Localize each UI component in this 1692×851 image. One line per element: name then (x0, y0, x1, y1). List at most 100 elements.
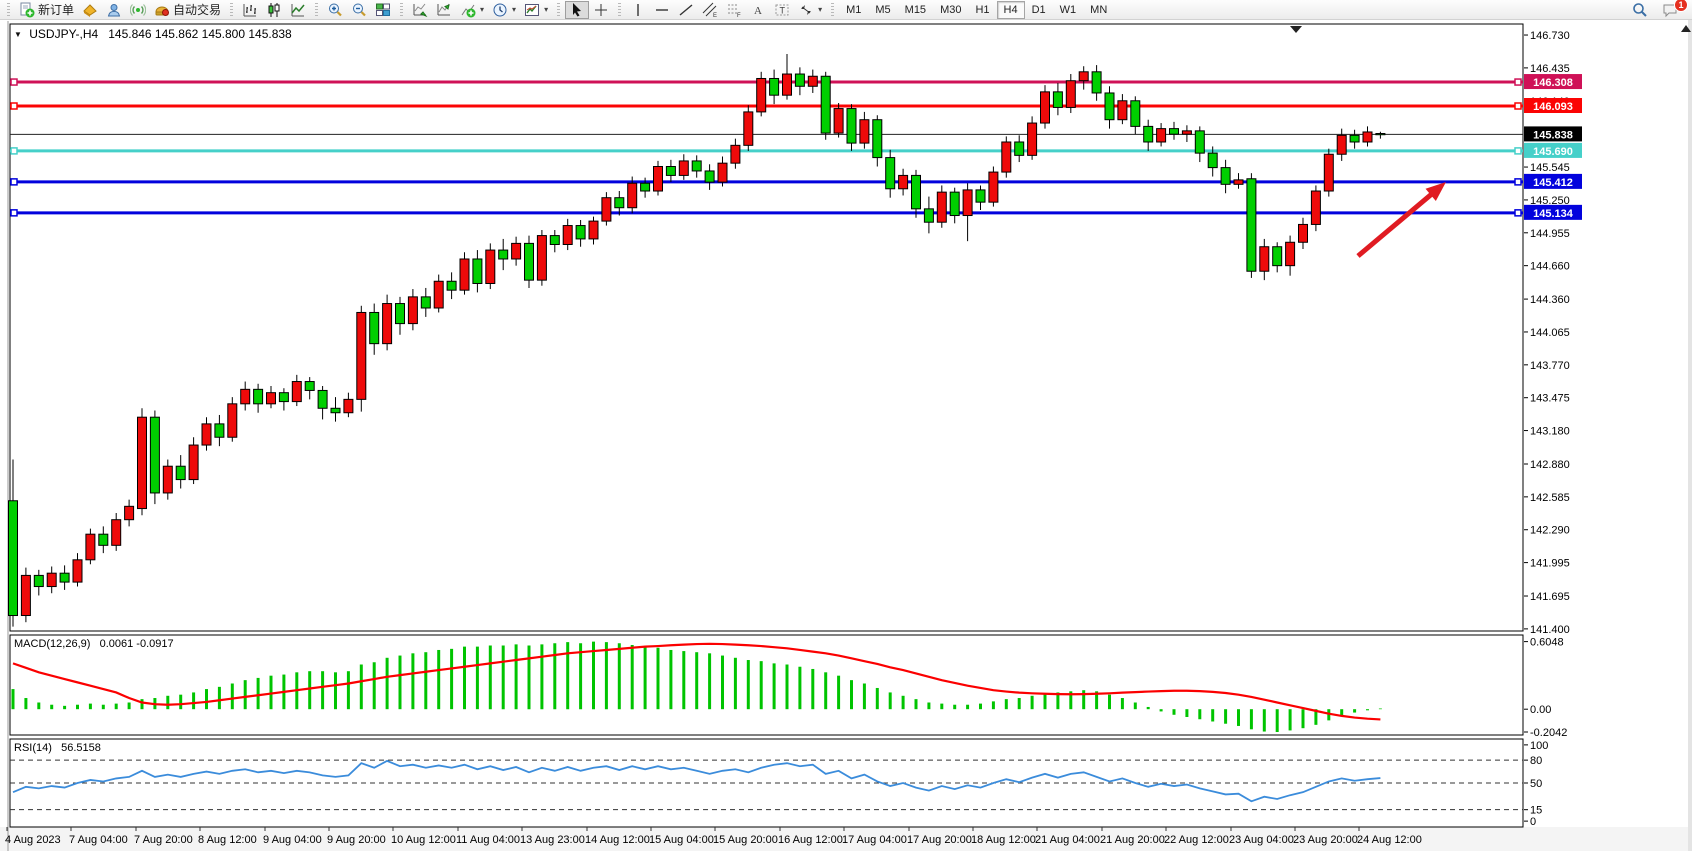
line-chart-icon (290, 2, 306, 18)
zoom-in-button[interactable] (323, 1, 347, 19)
timeframe-m5[interactable]: M5 (868, 1, 897, 19)
toolbar-grip[interactable] (315, 3, 318, 17)
search-button[interactable] (1628, 1, 1652, 19)
chevron-down-icon: ▾ (512, 5, 516, 14)
svg-text:A: A (754, 5, 762, 17)
bar-chart-icon (242, 2, 258, 18)
notifications-button[interactable]: 1 (1658, 1, 1682, 19)
svg-text:145.838: 145.838 (1533, 129, 1573, 141)
auto-scroll-icon (412, 2, 428, 18)
svg-text:141.400: 141.400 (1530, 624, 1570, 636)
new-order-button[interactable]: 新订单 (15, 1, 78, 19)
timeframe-h1[interactable]: H1 (968, 1, 996, 19)
tile-windows-button[interactable] (371, 1, 395, 19)
svg-text:21 Aug 20:00: 21 Aug 20:00 (1100, 834, 1165, 846)
text-icon: A (750, 2, 766, 18)
channel-icon: E (702, 2, 718, 18)
profile-button[interactable] (102, 1, 126, 19)
text-tool-button[interactable]: A (746, 1, 770, 19)
svg-text:9 Aug 20:00: 9 Aug 20:00 (327, 834, 386, 846)
fibonacci-tool-button[interactable]: F (722, 1, 746, 19)
rsi-value: 56.5158 (61, 742, 101, 754)
svg-text:E: E (713, 13, 717, 18)
trendline-tool-button[interactable] (674, 1, 698, 19)
chart-canvas[interactable]: 146.730146.435146.140145.845145.545145.2… (0, 0, 1692, 851)
toolbar-grip[interactable] (230, 3, 233, 17)
broadcast-icon (130, 2, 146, 18)
svg-text:14 Aug 12:00: 14 Aug 12:00 (585, 834, 650, 846)
chart-ohlc-values: 145.846 145.862 145.800 145.838 (108, 27, 292, 41)
svg-text:144.955: 144.955 (1530, 228, 1570, 240)
toolbar-grip[interactable] (557, 3, 560, 17)
bar-chart-button[interactable] (238, 1, 262, 19)
svg-text:80: 80 (1530, 755, 1542, 767)
svg-text:13 Aug 23:00: 13 Aug 23:00 (520, 834, 585, 846)
svg-text:-0.2042: -0.2042 (1530, 727, 1567, 739)
svg-text:21 Aug 04:00: 21 Aug 04:00 (1035, 834, 1100, 846)
timeframe-h4[interactable]: H4 (997, 1, 1025, 19)
horizontal-line-tool-button[interactable] (650, 1, 674, 19)
new-order-icon (19, 2, 35, 18)
arrows-icon (798, 2, 814, 18)
label-icon: T (774, 2, 790, 18)
svg-text:22 Aug 12:00: 22 Aug 12:00 (1164, 834, 1229, 846)
timeframe-m1[interactable]: M1 (839, 1, 868, 19)
svg-text:145.134: 145.134 (1533, 208, 1574, 220)
broadcast-button[interactable] (126, 1, 150, 19)
svg-text:145.545: 145.545 (1530, 162, 1570, 174)
candlestick-chart-icon (266, 2, 282, 18)
timeframe-w1[interactable]: W1 (1053, 1, 1084, 19)
vertical-line-tool-button[interactable] (626, 1, 650, 19)
toolbar-grip[interactable] (400, 3, 403, 17)
svg-text:18 Aug 12:00: 18 Aug 12:00 (971, 834, 1036, 846)
label-tool-button[interactable]: T (770, 1, 794, 19)
one-click-trading-arrow-icon[interactable]: ▼ (14, 30, 22, 39)
toolbar-grip[interactable] (831, 3, 834, 17)
templates-button[interactable]: ▾ (520, 1, 552, 19)
svg-text:146.730: 146.730 (1530, 30, 1570, 42)
arrows-tool-button[interactable]: ▾ (794, 1, 826, 19)
toolbar: 新订单 自动交易 ▾ ▾ (0, 0, 1692, 20)
candlestick-chart-button[interactable] (262, 1, 286, 19)
svg-text:7 Aug 20:00: 7 Aug 20:00 (134, 834, 193, 846)
chart-shift-button[interactable] (432, 1, 456, 19)
chevron-down-icon: ▾ (480, 5, 484, 14)
autotrading-button[interactable]: 自动交易 (150, 1, 225, 19)
svg-text:146.308: 146.308 (1533, 77, 1573, 89)
chevron-down-icon: ▾ (818, 5, 822, 14)
fibonacci-icon: F (726, 2, 742, 18)
svg-text:0: 0 (1530, 816, 1536, 828)
timeframe-m15[interactable]: M15 (898, 1, 933, 19)
line-chart-button[interactable] (286, 1, 310, 19)
timeframe-m30[interactable]: M30 (933, 1, 968, 19)
timeframe-d1[interactable]: D1 (1025, 1, 1053, 19)
svg-text:23 Aug 20:00: 23 Aug 20:00 (1293, 834, 1358, 846)
cursor-tool-button[interactable] (565, 1, 589, 19)
metaeditor-button[interactable] (78, 1, 102, 19)
svg-text:23 Aug 04:00: 23 Aug 04:00 (1229, 834, 1294, 846)
indicators-button[interactable]: ▾ (456, 1, 488, 19)
autotrading-label: 自动交易 (173, 1, 221, 18)
macd-label: MACD(12,26,9) 0.0061 -0.0917 (14, 638, 174, 650)
svg-text:50: 50 (1530, 778, 1542, 790)
zoom-out-button[interactable] (347, 1, 371, 19)
svg-text:143.475: 143.475 (1530, 393, 1570, 405)
toolbar-grip[interactable] (7, 3, 10, 17)
timeframe-mn[interactable]: MN (1083, 1, 1114, 19)
crosshair-tool-button[interactable] (589, 1, 613, 19)
auto-scroll-button[interactable] (408, 1, 432, 19)
metaeditor-icon (82, 2, 98, 18)
rsi-label: RSI(14) 56.5158 (14, 742, 101, 754)
toolbar-grip[interactable] (618, 3, 621, 17)
tile-windows-icon (375, 2, 391, 18)
periods-button[interactable]: ▾ (488, 1, 520, 19)
svg-text:9 Aug 04:00: 9 Aug 04:00 (263, 834, 322, 846)
svg-text:F: F (737, 13, 741, 18)
profile-icon (106, 2, 122, 18)
svg-text:10 Aug 12:00: 10 Aug 12:00 (391, 834, 456, 846)
equidistant-channel-tool-button[interactable]: E (698, 1, 722, 19)
svg-text:144.065: 144.065 (1530, 327, 1570, 339)
svg-text:16 Aug 12:00: 16 Aug 12:00 (778, 834, 843, 846)
chart-title: ▼ USDJPY-,H4 145.846 145.862 145.800 145… (14, 27, 292, 41)
macd-name: MACD(12,26,9) (14, 638, 90, 650)
